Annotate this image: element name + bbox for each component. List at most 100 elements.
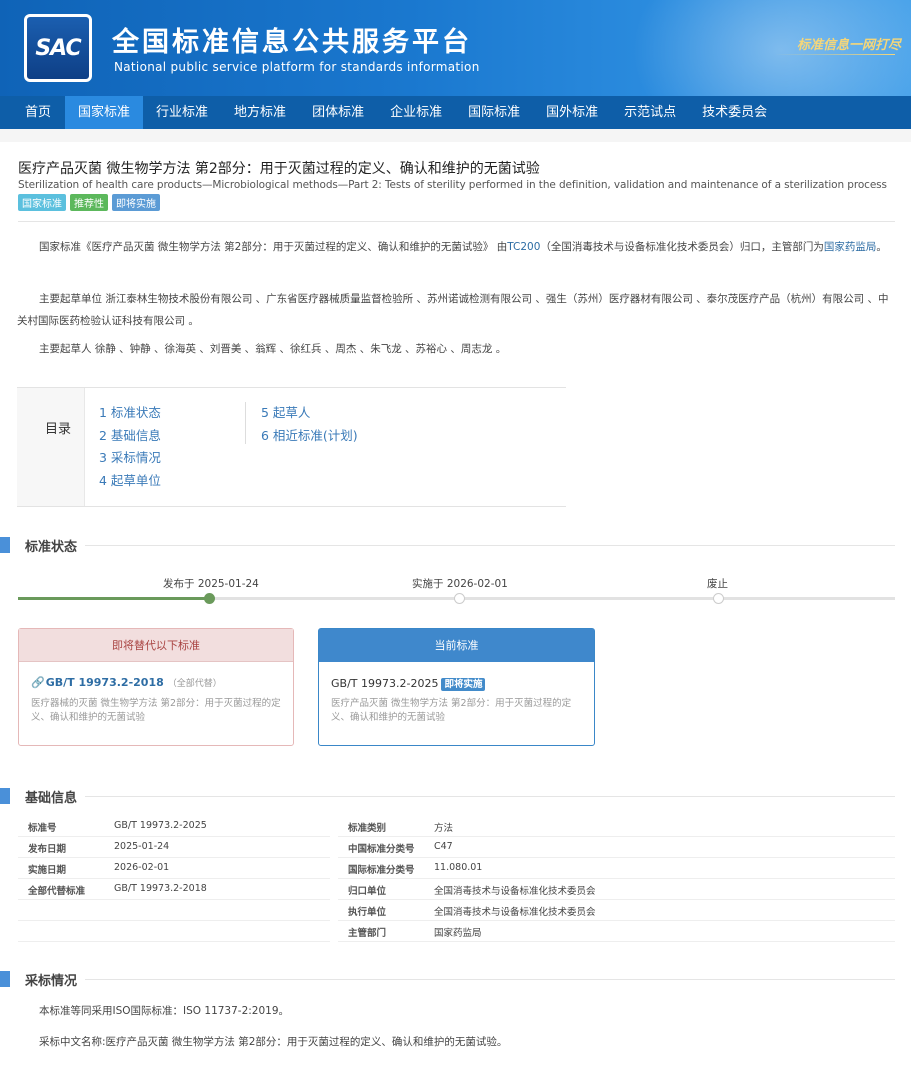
- section-bar: [0, 537, 10, 553]
- timeline-dot-published: [204, 593, 215, 604]
- section-line: [25, 979, 895, 980]
- info-key: 全部代替标准: [28, 886, 86, 897]
- info-key: 执行单位: [348, 907, 387, 918]
- info-value: 方法: [434, 823, 454, 834]
- site-subtitle: National public service platform for sta…: [114, 60, 480, 74]
- drafters-paragraph: 主要起草人 徐静 、钟静 、徐海英 、刘晋美 、翁辉 、徐红兵 、周杰 、朱飞龙…: [39, 343, 507, 355]
- status-badge: 即将实施: [441, 678, 486, 691]
- nav-industry[interactable]: 行业标准: [143, 96, 221, 129]
- standard-title-cn: 医疗产品灭菌 微生物学方法 第2部分：用于灭菌过程的定义、确认和维护的无菌试验: [18, 161, 540, 177]
- timeline-dot-effective: [454, 593, 465, 604]
- info-row-empty: [18, 900, 330, 921]
- adopt-paragraph-2: 采标中文名称:医疗产品灭菌 微生物学方法 第2部分：用于灭菌过程的定义、确认和维…: [39, 1036, 508, 1048]
- info-value: GB/T 19973.2-2018: [114, 883, 207, 894]
- badge-recommended: 推荐性: [70, 194, 108, 211]
- toc-link-units[interactable]: 4 起草单位: [99, 470, 161, 493]
- main-nav: 首页 国家标准 行业标准 地方标准 团体标准 企业标准 国际标准 国外标准 示范…: [0, 96, 911, 129]
- main-content: 医疗产品灭菌 微生物学方法 第2部分：用于灭菌过程的定义、确认和维护的无菌试验 …: [0, 142, 911, 1072]
- card-header: 即将替代以下标准: [19, 629, 293, 662]
- info-row: 发布日期 2025-01-24: [18, 837, 330, 858]
- toc-link-drafters[interactable]: 5 起草人: [261, 402, 358, 425]
- executor-link[interactable]: 全国消毒技术与设备标准化技术委员会: [434, 904, 596, 918]
- section-header-basic: 基础信息: [0, 786, 895, 806]
- info-key: 主管部门: [348, 928, 387, 939]
- toc-label: 目录: [45, 422, 72, 437]
- section-title: 采标情况: [25, 970, 86, 989]
- info-value: GB/T 19973.2-2025: [114, 820, 207, 831]
- toc-label-box: 目录: [17, 388, 85, 506]
- card-description: 医疗器械的灭菌 微生物学方法 第2部分：用于灭菌过程的定义、确认和维护的无菌试验: [31, 698, 281, 723]
- section-bar: [0, 971, 10, 987]
- nav-committee[interactable]: 技术委员会: [689, 96, 780, 129]
- nav-national[interactable]: 国家标准: [65, 96, 144, 129]
- current-standard-card: 当前标准 GB/T 19973.2-2025 即将实施 医疗产品灭菌 微生物学方法…: [318, 628, 595, 746]
- toc-column-1: 1 标准状态 2 基础信息 3 采标情况 4 起草单位: [99, 402, 161, 492]
- section-title: 标准状态: [25, 536, 86, 555]
- info-key: 标准号: [28, 823, 57, 834]
- section-line: [25, 545, 895, 546]
- table-of-contents: 目录 1 标准状态 2 基础信息 3 采标情况 4 起草单位 5 起草人 6 相…: [17, 387, 566, 507]
- toc-link-adopt[interactable]: 3 采标情况: [99, 447, 161, 470]
- section-title: 基础信息: [25, 787, 86, 806]
- current-standard-code: GB/T 19973.2-2025: [331, 677, 439, 690]
- divider: [18, 221, 895, 222]
- info-key: 标准类别: [348, 823, 387, 834]
- info-row-empty: [18, 921, 330, 942]
- slogan-underline: [775, 54, 895, 55]
- info-key: 国际标准分类号: [348, 865, 415, 876]
- info-row: 全部代替标准 GB/T 19973.2-2018: [18, 879, 330, 900]
- badge-national: 国家标准: [18, 194, 66, 211]
- site-slogan: 标准信息一网打尽: [796, 38, 901, 53]
- adopt-paragraph-1: 本标准等同采用ISO国际标准：ISO 11737-2:2019。: [39, 1005, 290, 1017]
- timeline-dot-abolished: [713, 593, 724, 604]
- sac-logo[interactable]: SAC: [24, 14, 92, 82]
- info-row: 主管部门 国家药监局: [338, 921, 895, 942]
- info-row: 国际标准分类号 11.080.01: [338, 858, 895, 879]
- authority-link[interactable]: 国家药监局: [824, 241, 877, 253]
- intro-text: 。: [876, 241, 887, 253]
- intro-text: （全国消毒技术与设备标准化技术委员会）归口，主管部门为: [540, 241, 824, 253]
- nav-enterprise[interactable]: 企业标准: [377, 96, 455, 129]
- replaced-standard-card: 即将替代以下标准 🔗GB/T 19973.2-2018 （全部代替） 医疗器械的灭…: [18, 628, 294, 746]
- nav-home[interactable]: 首页: [0, 96, 65, 129]
- info-key: 实施日期: [28, 865, 67, 876]
- info-value: 11.080.01: [434, 862, 483, 873]
- info-value: 2026-02-01: [114, 862, 170, 873]
- info-row: 标准类别 方法: [338, 816, 895, 837]
- site-title: 全国标准信息公共服务平台: [112, 27, 472, 58]
- toc-link-basic[interactable]: 2 基础信息: [99, 425, 161, 448]
- info-key: 发布日期: [28, 844, 67, 855]
- tc-link[interactable]: TC200: [507, 241, 540, 253]
- nav-pilot[interactable]: 示范试点: [611, 96, 689, 129]
- replaced-standard-link[interactable]: GB/T 19973.2-2018: [46, 676, 164, 689]
- intro-text: 国家标准《医疗产品灭菌 微生物学方法 第2部分：用于灭菌过程的定义、确认和维护的…: [39, 241, 508, 253]
- standard-badges: 国家标准 推荐性 即将实施: [18, 194, 160, 211]
- card-code: GB/T 19973.2-2025 即将实施: [331, 676, 486, 691]
- info-value: C47: [434, 841, 453, 852]
- timeline-label-published: 发布于 2025-01-24: [163, 578, 259, 590]
- timeline-label-abolished: 废止: [707, 578, 728, 590]
- info-row: 标准号 GB/T 19973.2-2025: [18, 816, 330, 837]
- nav-group[interactable]: 团体标准: [299, 96, 377, 129]
- toc-link-status[interactable]: 1 标准状态: [99, 402, 161, 425]
- info-value: 2025-01-24: [114, 841, 170, 852]
- standard-title-en: Sterilization of health care products—Mi…: [18, 179, 887, 191]
- info-key: 归口单位: [348, 886, 387, 897]
- card-description: 医疗产品灭菌 微生物学方法 第2部分：用于灭菌过程的定义、确认和维护的无菌试验: [331, 698, 572, 723]
- committee-link[interactable]: 全国消毒技术与设备标准化技术委员会: [434, 883, 596, 897]
- replace-note: （全部代替）: [167, 679, 222, 689]
- section-bar: [0, 788, 10, 804]
- authority-link[interactable]: 国家药监局: [434, 925, 482, 939]
- link-icon: 🔗: [31, 676, 45, 689]
- logo-text: SAC: [35, 35, 81, 61]
- site-header: SAC 全国标准信息公共服务平台 National public service…: [0, 0, 911, 96]
- timeline-label-effective: 实施于 2026-02-01: [412, 578, 508, 590]
- toc-link-similar[interactable]: 6 相近标准(计划): [261, 425, 358, 448]
- info-row: 实施日期 2026-02-01: [18, 858, 330, 879]
- nav-local[interactable]: 地方标准: [221, 96, 299, 129]
- section-line: [25, 796, 895, 797]
- section-header-status: 标准状态: [0, 535, 895, 555]
- nav-foreign[interactable]: 国外标准: [533, 96, 611, 129]
- nav-international[interactable]: 国际标准: [455, 96, 533, 129]
- info-row: 执行单位 全国消毒技术与设备标准化技术委员会: [338, 900, 895, 921]
